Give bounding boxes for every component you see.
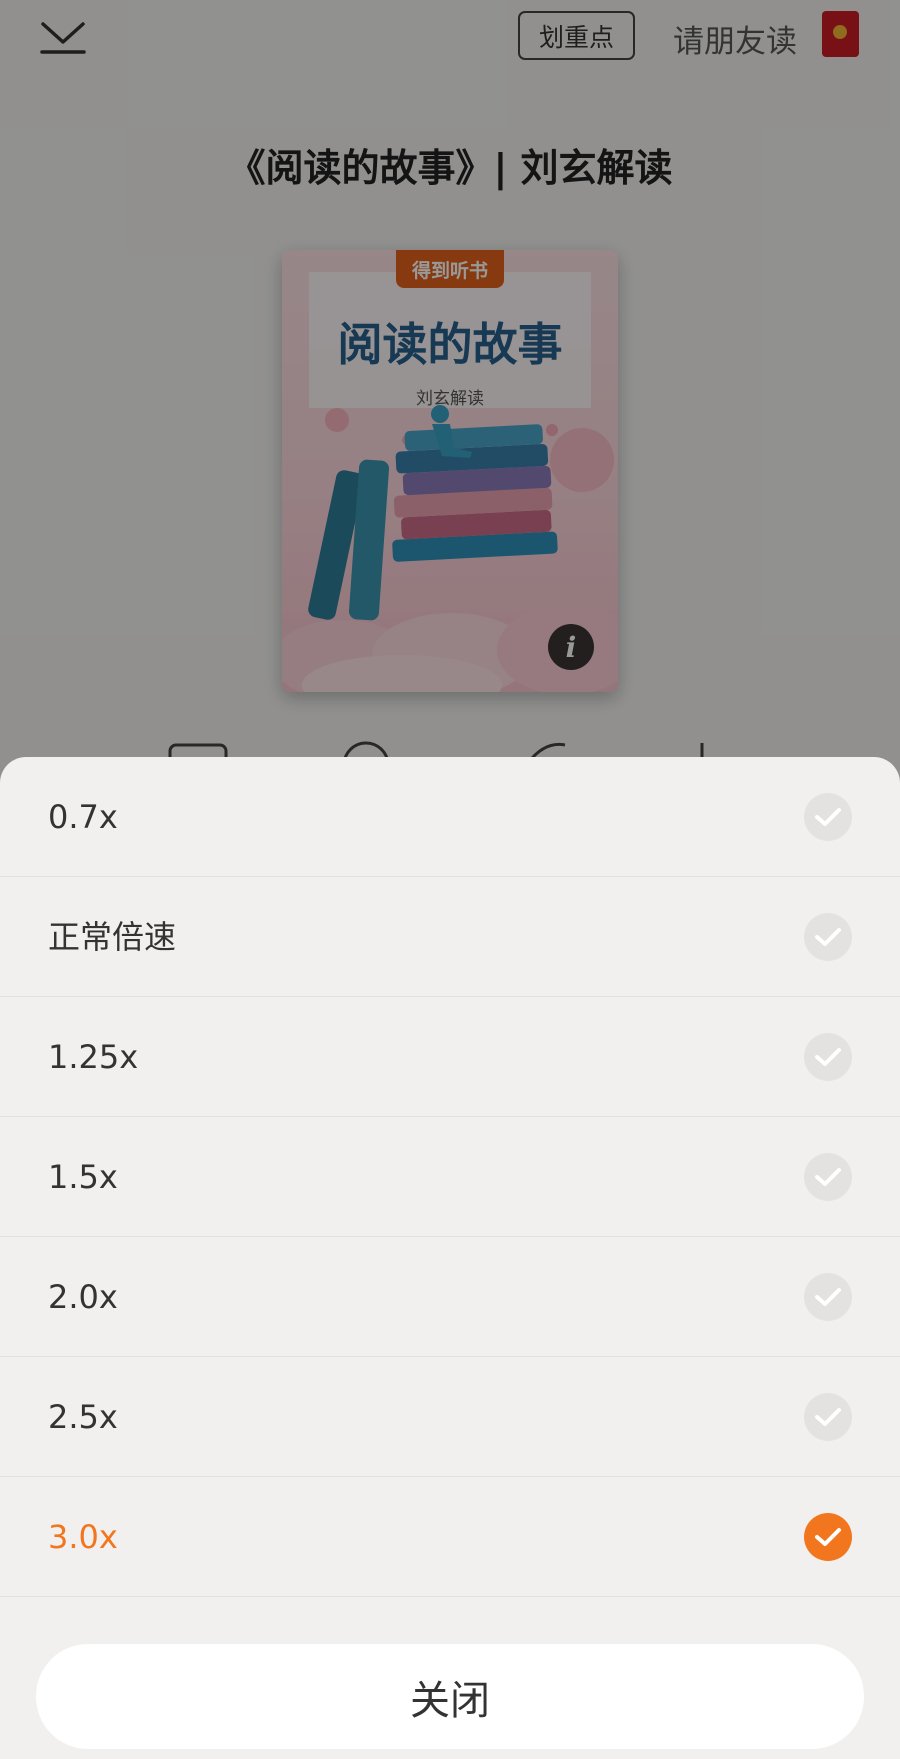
check-icon xyxy=(804,1513,852,1561)
speed-option-label: 1.25x xyxy=(48,1038,139,1076)
speed-option-3.0x[interactable]: 3.0x xyxy=(0,1477,900,1597)
check-icon xyxy=(804,913,852,961)
speed-option-label: 2.5x xyxy=(48,1398,118,1436)
check-icon xyxy=(804,1153,852,1201)
speed-option-2.0x[interactable]: 2.0x xyxy=(0,1237,900,1357)
speed-option-1.5x[interactable]: 1.5x xyxy=(0,1117,900,1237)
speed-option-label: 0.7x xyxy=(48,798,118,836)
speed-option-2.5x[interactable]: 2.5x xyxy=(0,1357,900,1477)
speed-option-label: 1.5x xyxy=(48,1158,118,1196)
speed-option-normal[interactable]: 正常倍速 xyxy=(0,877,900,997)
check-icon xyxy=(804,793,852,841)
check-icon xyxy=(804,1393,852,1441)
check-icon xyxy=(804,1033,852,1081)
speed-option-label: 正常倍速 xyxy=(48,918,177,956)
speed-option-1.25x[interactable]: 1.25x xyxy=(0,997,900,1117)
speed-sheet: 0.7x 正常倍速 1.25x 1.5x 2.0x 2.5x 3.0x 关闭 xyxy=(0,757,900,1759)
speed-option-label: 2.0x xyxy=(48,1278,118,1316)
speed-option-label: 3.0x xyxy=(48,1518,118,1556)
speed-option-0.7x[interactable]: 0.7x xyxy=(0,757,900,877)
check-icon xyxy=(804,1273,852,1321)
close-button[interactable]: 关闭 xyxy=(36,1644,864,1749)
